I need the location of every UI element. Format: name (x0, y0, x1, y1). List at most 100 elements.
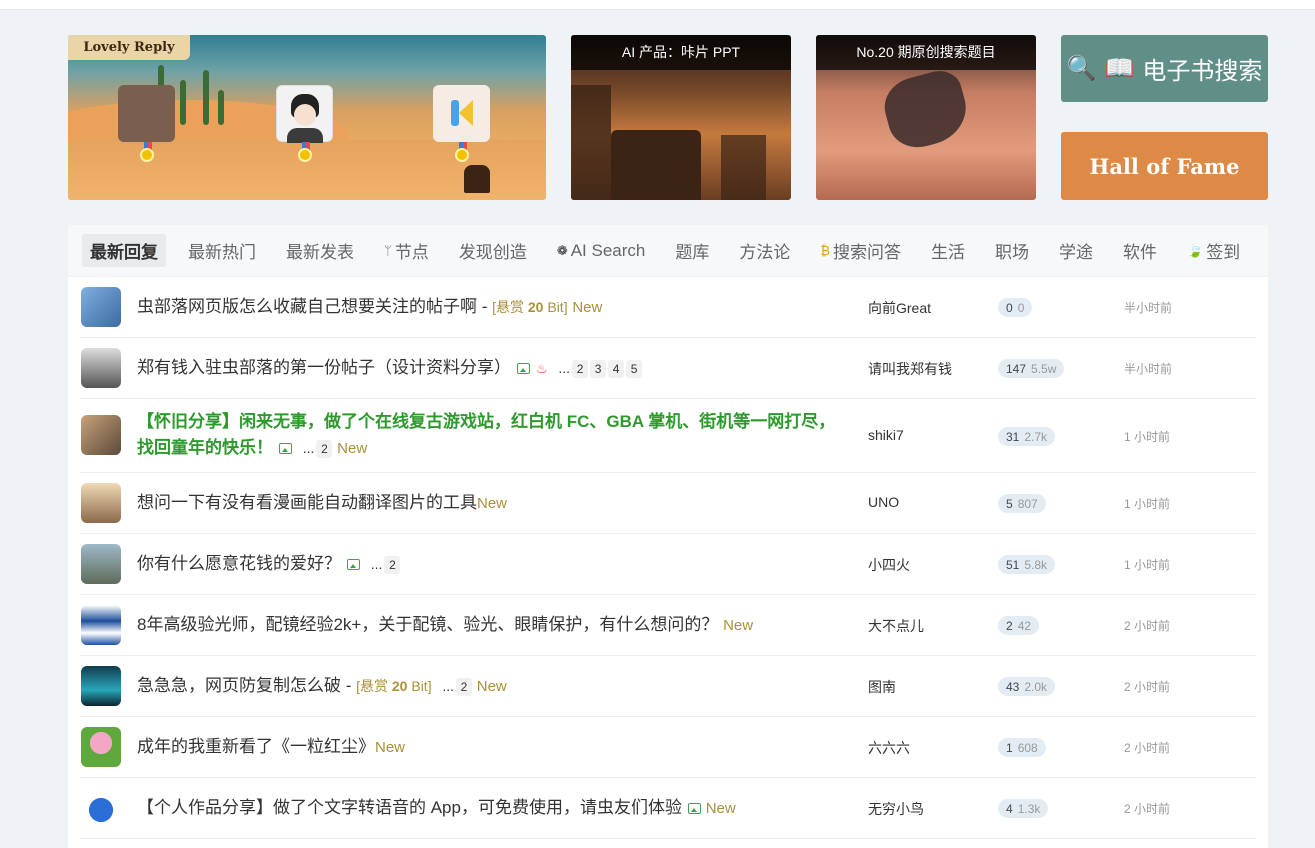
branch-icon: ᛘ (384, 243, 392, 258)
page-link[interactable]: 2 (316, 439, 333, 458)
user-avatar[interactable] (81, 788, 121, 828)
reply-time: 2 小时前 (1124, 680, 1171, 694)
tab-checkin[interactable]: 🍃 签到 (1179, 234, 1248, 267)
no20-banner-caption: No.20 期原创搜索题目 (816, 35, 1036, 70)
cliff-decoration (721, 135, 766, 200)
cactus-decoration (218, 90, 224, 125)
reply-view-counts: 1 608 (998, 738, 1046, 757)
user-avatar[interactable] (81, 483, 121, 523)
floating-ship-decoration (878, 65, 974, 155)
last-reply-author[interactable]: 请叫我郑有钱 (868, 359, 952, 379)
topic-row[interactable]: 成年的我重新看了《一粒红尘》New 六六六 1 608 2 小时前 (80, 717, 1256, 778)
last-reply-author[interactable]: 无穷小鸟 (868, 799, 924, 819)
ai-product-banner[interactable]: AI 产品：咔片 PPT (571, 35, 791, 200)
search-puzzle-banner[interactable]: No.20 期原创搜索题目 (816, 35, 1036, 200)
tab-study[interactable]: 学途 (1051, 234, 1101, 267)
book-icon: 📖 (1104, 55, 1135, 82)
reply-time: 半小时前 (1124, 362, 1173, 376)
topic-title[interactable]: 你有什么愿意花钱的爱好？ ... 2 (137, 551, 837, 577)
image-icon (279, 443, 292, 455)
winner-avatar[interactable] (276, 85, 333, 143)
medal-icon (140, 148, 154, 162)
reply-time: 1 小时前 (1124, 558, 1171, 572)
cactus-decoration (180, 80, 186, 125)
topic-title[interactable]: 想问一下有没有看漫画能自动翻译图片的工具New (137, 490, 837, 517)
tab-discover[interactable]: 发现创造 (451, 234, 535, 267)
topic-title[interactable]: 【个人作品分享】做了个文字转语音的 App，可免费使用，请虫友们体验 New (137, 795, 837, 822)
page-link[interactable]: 2 (384, 555, 401, 574)
tab-methodology[interactable]: 方法论 (731, 234, 798, 267)
topic-row[interactable]: 8年高级验光师，配镜经验2k+，关于配镜、验光、眼睛保护，有什么想问的？ New… (80, 595, 1256, 656)
user-avatar[interactable] (81, 544, 121, 584)
tab-latest-hot[interactable]: 最新热门 (180, 234, 264, 267)
tab-ai-search[interactable]: ❁ AI Search (549, 237, 654, 265)
tab-nodes[interactable]: ᛘ 节点 (376, 234, 437, 267)
user-avatar[interactable] (81, 666, 121, 706)
horse-rider-decoration (464, 165, 490, 193)
user-avatar[interactable] (81, 348, 121, 388)
user-avatar[interactable] (81, 605, 121, 645)
last-reply-author[interactable]: 向前Great (868, 298, 931, 318)
tab-latest-replies[interactable]: 最新回复 (82, 234, 166, 267)
winner-avatar[interactable] (433, 85, 490, 142)
reply-view-counts: 51 5.8k (998, 555, 1056, 574)
topic-row[interactable]: 【怀旧分享】闲来无事，做了个在线复古游戏站，红白机 FC、GBA 掌机、街机等一… (80, 399, 1256, 473)
topic-row[interactable]: 【个人作品分享】做了个文字转语音的 App，可免费使用，请虫友们体验 New 无… (80, 778, 1256, 839)
reply-view-counts: 4 1.3k (998, 799, 1049, 818)
topic-row[interactable]: 郑有钱入驻虫部落的第一份帖子（设计资料分享） ♨ ... 2 3 4 5 请叫我郑有钱 1… (80, 338, 1256, 399)
topic-title[interactable]: 郑有钱入驻虫部落的第一份帖子（设计资料分享） ♨ ... 2 3 4 5 (137, 355, 837, 382)
reply-time: 半小时前 (1124, 301, 1173, 315)
bitcoin-icon: ₿ (820, 243, 830, 258)
last-reply-author[interactable]: 图南 (868, 677, 896, 697)
topic-row[interactable]: 你有什么愿意花钱的爱好？ ... 2 小四火 51 5.8k 1 小时前 (80, 534, 1256, 595)
tab-question-bank[interactable]: 题库 (667, 234, 717, 267)
topic-title[interactable]: 成年的我重新看了《一粒红尘》New (137, 734, 837, 761)
page-link[interactable]: 2 (456, 677, 472, 696)
reply-view-counts: 43 2.0k (998, 677, 1056, 696)
user-avatar[interactable] (81, 415, 121, 455)
reply-time: 1 小时前 (1124, 430, 1171, 444)
user-avatar[interactable] (81, 287, 121, 327)
new-badge: New (572, 299, 603, 316)
topic-title[interactable]: 8年高级验光师，配镜经验2k+，关于配镜、验光、眼睛保护，有什么想问的？ New (137, 612, 837, 639)
last-reply-author[interactable]: 六六六 (868, 738, 910, 758)
winner-avatar[interactable] (118, 85, 175, 142)
bounty-tag: [悬赏 20 Bit] (492, 299, 568, 315)
tab-career[interactable]: 职场 (987, 234, 1037, 267)
page-link[interactable]: 2 (572, 359, 589, 378)
ebook-search-button[interactable]: 🔍 📖 电子书搜索 (1061, 35, 1268, 102)
reply-time: 2 小时前 (1124, 741, 1171, 755)
tab-life[interactable]: 生活 (923, 234, 973, 267)
last-reply-author[interactable]: 大不点儿 (868, 616, 924, 636)
page-link[interactable]: 3 (590, 359, 607, 378)
topic-row[interactable]: 虫部落网页版怎么收藏自己想要关注的帖子啊 - [悬赏 20 Bit] New 向… (80, 277, 1256, 338)
topic-tabs: 最新回复 最新热门 最新发表 ᛘ 节点 发现创造 ❁ AI Search 题库 方法… (68, 225, 1268, 277)
cliff-decoration (571, 85, 611, 200)
new-badge: New (705, 800, 736, 817)
last-reply-author[interactable]: 小四火 (868, 555, 910, 575)
reply-time: 2 小时前 (1124, 619, 1171, 633)
tab-software[interactable]: 软件 (1115, 234, 1165, 267)
topic-row[interactable]: 急急急，网页防复制怎么破 - [悬赏 20 Bit] ... 2 New 图南 4… (80, 656, 1256, 717)
page-link[interactable]: 4 (608, 359, 625, 378)
new-badge: New (477, 495, 508, 512)
image-icon (347, 559, 360, 571)
tab-latest-posts[interactable]: 最新发表 (278, 234, 362, 267)
hot-fire-icon: ♨ (536, 361, 548, 376)
new-badge: New (476, 678, 507, 695)
reply-time: 2 小时前 (1124, 802, 1171, 816)
reply-view-counts: 31 2.7k (998, 427, 1056, 446)
topic-row[interactable]: 想问一下有没有看漫画能自动翻译图片的工具New UNO 5 807 1 小时前 (80, 473, 1256, 534)
tab-search-qa[interactable]: ₿ 搜索问答 (812, 234, 909, 267)
last-reply-author[interactable]: shiki7 (868, 427, 904, 443)
last-reply-author[interactable]: UNO (868, 494, 899, 510)
lovely-reply-banner[interactable]: Lovely Reply (68, 35, 546, 200)
user-avatar[interactable] (81, 727, 121, 767)
topic-title[interactable]: 虫部落网页版怎么收藏自己想要关注的帖子啊 - [悬赏 20 Bit] New (137, 294, 837, 321)
page-link[interactable]: 5 (626, 359, 643, 378)
topic-title[interactable]: 【怀旧分享】闲来无事，做了个在线复古游戏站，红白机 FC、GBA 掌机、街机等一… (137, 409, 837, 462)
topic-title[interactable]: 急急急，网页防复制怎么破 - [悬赏 20 Bit] ... 2 New (137, 673, 837, 700)
reply-view-counts: 00 (998, 298, 1033, 317)
hall-of-fame-button[interactable]: Hall of Fame (1061, 132, 1268, 200)
cliff-decoration (611, 130, 701, 200)
